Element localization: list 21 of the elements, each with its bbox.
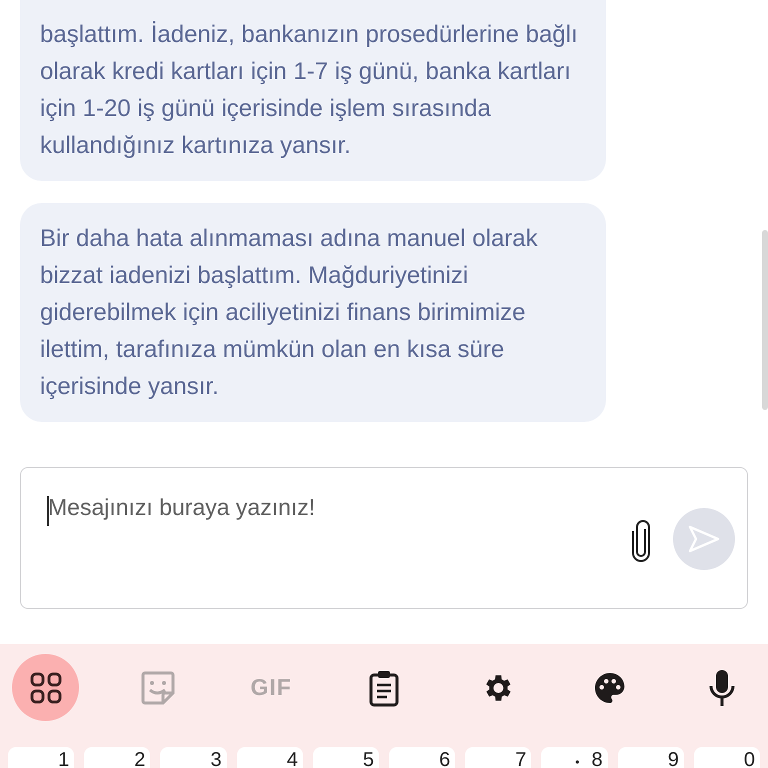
paperclip-icon[interactable]: [630, 519, 652, 563]
send-icon: [687, 524, 721, 554]
message-field[interactable]: Mesajınızı buraya yazınız!: [20, 467, 748, 609]
number-key[interactable]: 0: [694, 747, 760, 768]
message-bubble: başlattım. İadeniz, bankanızın prosedürlerine bağlı olarak kredi kartları için 1-7 iş günü, banka kartları için 1-20 iş günü içerisinde işlem sırasında kullandığınız kartınıza yansır.: [20, 0, 606, 181]
clipboard-icon: [368, 668, 400, 706]
message-bubble: Bir daha hata alınmaması adına manuel olarak bizzat iadenizi başlattım. Mağduriyetinizi giderebilmek için aciliyetinizi finans birimimize ilettim, tarafınıza mümkün olan en kısa süre içerisinde yansır.: [20, 203, 606, 422]
number-key[interactable]: 6: [389, 747, 456, 768]
number-key[interactable]: 5: [312, 747, 380, 768]
text-cursor: [47, 496, 49, 526]
sticker-icon: [139, 668, 178, 706]
number-key[interactable]: 7: [465, 747, 532, 768]
scrollbar-thumb[interactable]: [762, 230, 768, 410]
number-key[interactable]: • 8: [541, 747, 608, 768]
number-key[interactable]: 1: [8, 747, 74, 768]
apps-grid-icon: [28, 670, 62, 704]
number-key[interactable]: 2: [84, 747, 150, 768]
number-key[interactable]: 4: [236, 747, 303, 768]
number-key[interactable]: 9: [618, 747, 684, 768]
microphone-icon: [709, 668, 736, 708]
number-key[interactable]: 3: [160, 747, 227, 768]
